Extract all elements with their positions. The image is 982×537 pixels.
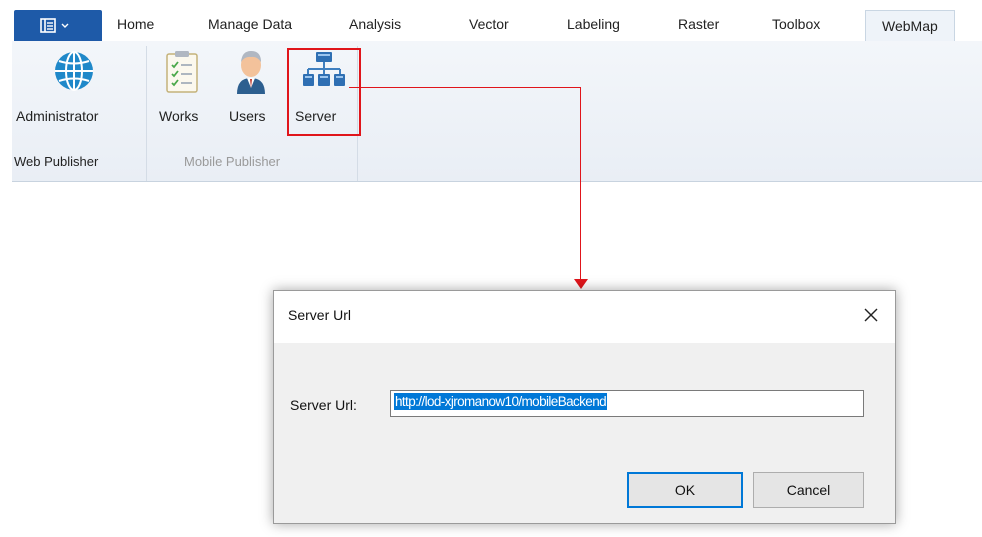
callout-connector-line xyxy=(580,87,581,281)
dialog-title: Server Url xyxy=(288,307,352,323)
checklist-icon xyxy=(166,51,198,93)
application-menu-icon xyxy=(40,18,69,33)
dialog-title-bar: Server Url xyxy=(274,291,895,343)
group-label-web-publisher: Web Publisher xyxy=(14,154,99,169)
globe-icon xyxy=(55,51,93,91)
application-menu-button[interactable] xyxy=(14,10,102,41)
tab-labeling[interactable]: Labeling xyxy=(567,16,620,32)
tab-webmap[interactable]: WebMap xyxy=(865,10,955,41)
group-label-mobile-publisher: Mobile Publisher xyxy=(184,154,281,169)
user-icon xyxy=(237,51,265,94)
callout-arrow-icon xyxy=(574,279,588,289)
cancel-button[interactable]: Cancel xyxy=(753,472,864,508)
works-button[interactable]: Works xyxy=(154,48,214,134)
administrator-button[interactable]: Administrator xyxy=(12,48,138,134)
ribbon: Home Manage Data Analysis Vector Labelin… xyxy=(12,4,982,182)
server-highlight-box xyxy=(287,48,361,136)
works-label: Works xyxy=(159,108,199,124)
tab-home[interactable]: Home xyxy=(117,16,154,32)
close-icon[interactable] xyxy=(861,305,881,325)
tab-raster[interactable]: Raster xyxy=(678,16,719,32)
ribbon-tab-bar: Home Manage Data Analysis Vector Labelin… xyxy=(12,4,982,42)
tab-vector[interactable]: Vector xyxy=(469,16,509,32)
tab-analysis[interactable]: Analysis xyxy=(349,16,401,32)
selected-text: http://lod-xjromanow10/mobileBackend xyxy=(394,393,608,410)
tab-toolbox[interactable]: Toolbox xyxy=(772,16,820,32)
ok-button[interactable]: OK xyxy=(627,472,743,508)
server-url-input[interactable]: http://lod-xjromanow10/mobileBackend xyxy=(390,390,864,417)
tab-manage-data[interactable]: Manage Data xyxy=(208,16,292,32)
server-url-label: Server Url: xyxy=(290,397,357,413)
users-label: Users xyxy=(229,108,266,124)
group-divider xyxy=(146,46,147,181)
callout-connector-line xyxy=(349,87,581,88)
server-url-dialog: Server Url Server Url: http://lod-xjroma… xyxy=(273,290,896,524)
administrator-label: Administrator xyxy=(16,108,99,124)
users-button[interactable]: Users xyxy=(224,48,278,134)
